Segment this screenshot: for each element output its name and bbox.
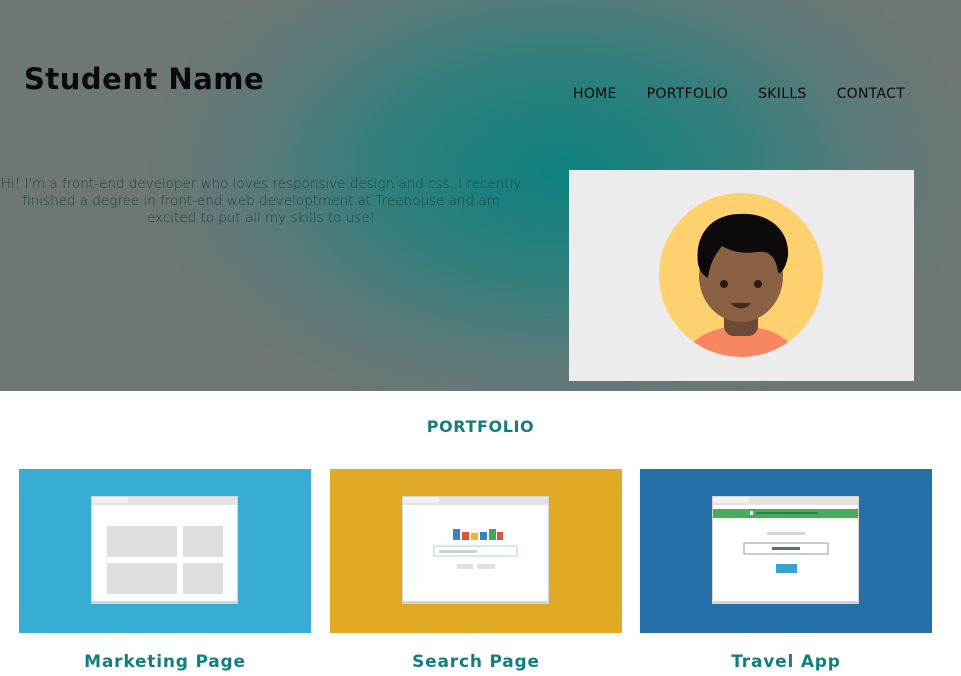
search-page-icon [402,496,549,604]
portfolio-title-travel[interactable]: Travel App [640,652,932,672]
person-avatar-icon [659,193,823,357]
site-title: Student Name [24,62,265,96]
nav-portfolio[interactable]: PORTFOLIO [647,86,728,102]
portfolio-card-search[interactable] [330,469,622,633]
travel-app-icon [712,496,859,604]
portfolio-card-travel[interactable] [640,469,932,633]
nav-contact[interactable]: CONTACT [837,86,906,102]
portfolio-title-search[interactable]: Search Page [330,652,622,672]
intro-text: Hi! I'm a front-end developer who loves … [0,176,522,226]
main-nav: HOME PORTFOLIO SKILLS CONTACT [573,86,935,102]
portfolio-heading: PORTFOLIO [426,417,535,436]
portfolio-title-marketing[interactable]: Marketing Page [19,652,311,672]
avatar-card [569,170,914,381]
nav-skills[interactable]: SKILLS [758,86,806,102]
hero-section: Student Name HOME PORTFOLIO SKILLS CONTA… [0,0,961,391]
marketing-page-icon [91,496,238,604]
nav-home[interactable]: HOME [573,86,617,102]
portfolio-card-marketing[interactable] [19,469,311,633]
